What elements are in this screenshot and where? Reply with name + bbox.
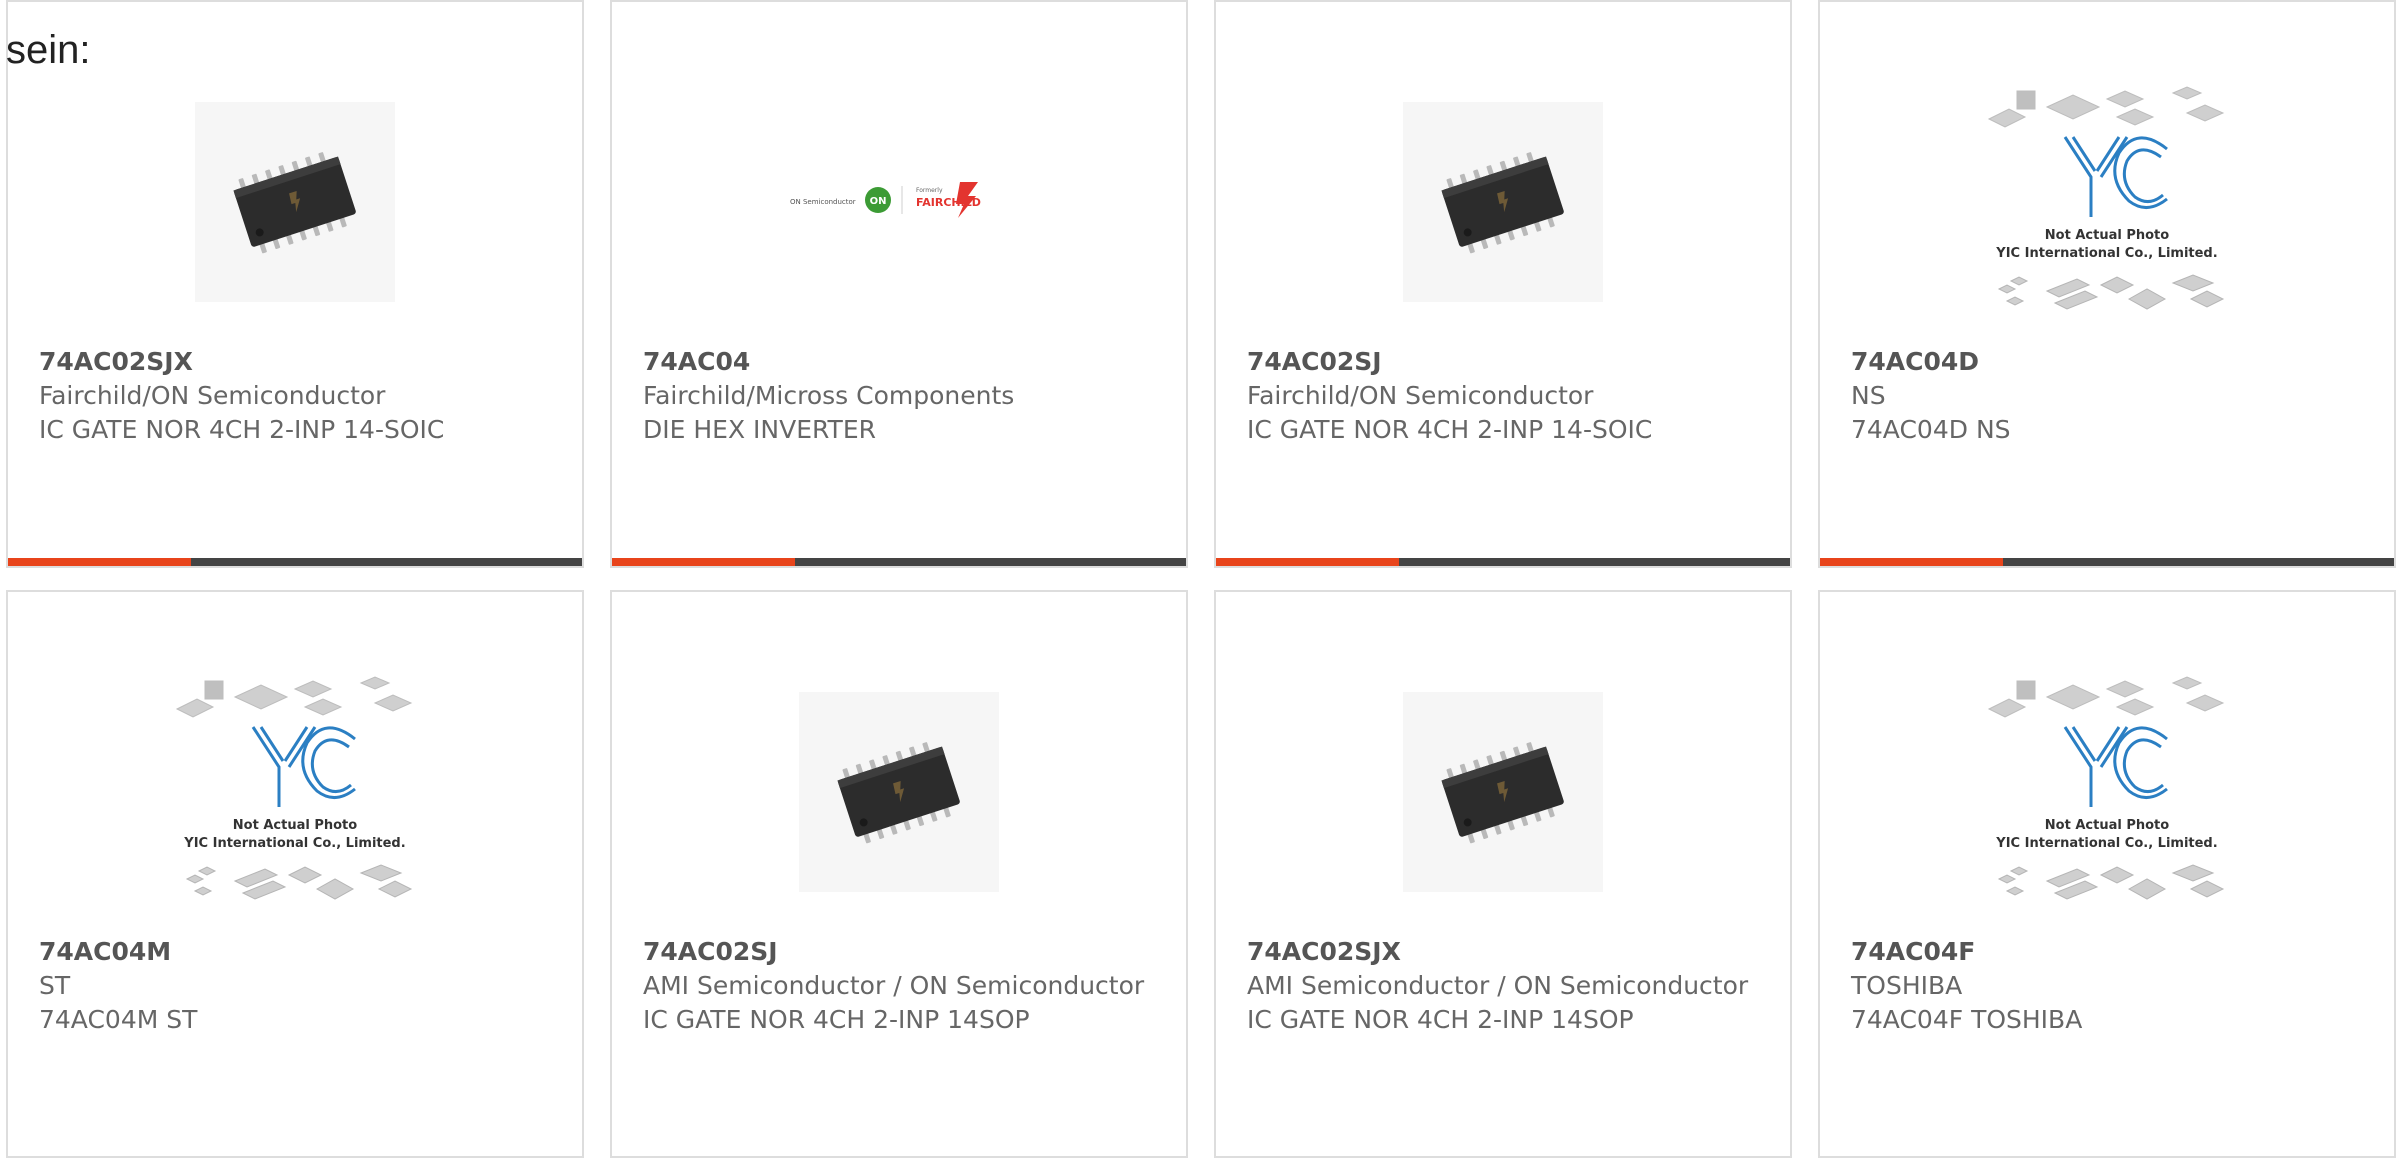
product-image: Not Actual Photo YIC International Co., … (1820, 652, 2394, 932)
description: IC GATE NOR 4CH 2-INP 14SOP (1247, 1005, 1634, 1034)
product-card[interactable]: 74AC02SJ Fairchild/ON Semiconductor IC G… (1214, 0, 1792, 568)
product-image (612, 652, 1186, 932)
manufacturer: ST (39, 971, 71, 1000)
svg-text:YIC International Co., Limited: YIC International Co., Limited. (1995, 246, 2217, 261)
card-accent (612, 558, 795, 566)
chip-photo-image (799, 692, 999, 892)
product-card[interactable]: Not Actual Photo YIC International Co., … (1818, 590, 2396, 1158)
part-number[interactable]: 74AC02SJ (1247, 345, 1770, 379)
chip-photo-image (1403, 102, 1603, 302)
card-accent (1216, 558, 1399, 566)
part-number[interactable]: 74AC04M (39, 935, 562, 969)
manufacturer: TOSHIBA (1851, 971, 1963, 1000)
description: DIE HEX INVERTER (643, 415, 876, 444)
page-heading: sein: (6, 28, 91, 72)
product-card[interactable]: Not Actual Photo YIC International Co., … (1818, 0, 2396, 568)
card-footer-bar (612, 558, 1186, 566)
card-footer-bar (1820, 558, 2394, 566)
product-image: ON Semiconductor ON Formerly FAIRCHILD (612, 62, 1186, 342)
part-number[interactable]: 74AC02SJ (643, 935, 1166, 969)
product-card[interactable]: Not Actual Photo YIC International Co., … (6, 590, 584, 1158)
product-card[interactable]: 74AC02SJ AMI Semiconductor / ON Semicond… (610, 590, 1188, 1158)
manufacturer: NS (1851, 381, 1886, 410)
part-number[interactable]: 74AC02SJX (1247, 935, 1770, 969)
description: 74AC04F TOSHIBA (1851, 1005, 2083, 1034)
svg-text:Not Actual Photo: Not Actual Photo (2045, 818, 2169, 833)
svg-text:Not Actual Photo: Not Actual Photo (233, 818, 357, 833)
svg-text:ON Semiconductor: ON Semiconductor (790, 198, 856, 206)
description: IC GATE NOR 4CH 2-INP 14SOP (643, 1005, 1030, 1034)
svg-text:ON: ON (870, 196, 887, 207)
part-number[interactable]: 74AC04D (1851, 345, 2374, 379)
product-card[interactable]: 74AC02SJX Fairchild/ON Semiconductor IC … (6, 0, 584, 568)
manufacturer: AMI Semiconductor / ON Semiconductor (1247, 971, 1749, 1000)
yic-placeholder-image: Not Actual Photo YIC International Co., … (1977, 77, 2237, 327)
brand-logo-image: ON Semiconductor ON Formerly FAIRCHILD (784, 180, 1014, 224)
yic-placeholder-image: Not Actual Photo YIC International Co., … (165, 667, 425, 917)
svg-text:Not Actual Photo: Not Actual Photo (2045, 228, 2169, 243)
product-image (1216, 652, 1790, 932)
svg-text:YIC International Co., Limited: YIC International Co., Limited. (1995, 836, 2217, 851)
part-number[interactable]: 74AC04 (643, 345, 1166, 379)
product-image: Not Actual Photo YIC International Co., … (8, 652, 582, 932)
manufacturer: Fairchild/ON Semiconductor (1247, 381, 1594, 410)
card-accent (1820, 558, 2003, 566)
chip-photo-image (195, 102, 395, 302)
description: 74AC04D NS (1851, 415, 2011, 444)
product-image (8, 62, 582, 342)
product-card[interactable]: 74AC02SJX AMI Semiconductor / ON Semicon… (1214, 590, 1792, 1158)
card-footer-bar (8, 558, 582, 566)
description: IC GATE NOR 4CH 2-INP 14-SOIC (1247, 415, 1653, 444)
part-number[interactable]: 74AC04F (1851, 935, 2374, 969)
product-grid: 74AC02SJX Fairchild/ON Semiconductor IC … (0, 0, 2400, 1158)
manufacturer: AMI Semiconductor / ON Semiconductor (643, 971, 1145, 1000)
description: IC GATE NOR 4CH 2-INP 14-SOIC (39, 415, 445, 444)
part-number[interactable]: 74AC02SJX (39, 345, 562, 379)
manufacturer: Fairchild/Micross Components (643, 381, 1015, 410)
description: 74AC04M ST (39, 1005, 198, 1034)
product-image (1216, 62, 1790, 342)
card-footer-bar (1216, 558, 1790, 566)
yic-placeholder-image: Not Actual Photo YIC International Co., … (1977, 667, 2237, 917)
card-accent (8, 558, 191, 566)
svg-text:Formerly: Formerly (916, 187, 943, 194)
svg-text:YIC International Co., Limited: YIC International Co., Limited. (183, 836, 405, 851)
product-card[interactable]: ON Semiconductor ON Formerly FAIRCHILD 7… (610, 0, 1188, 568)
product-image: Not Actual Photo YIC International Co., … (1820, 62, 2394, 342)
manufacturer: Fairchild/ON Semiconductor (39, 381, 386, 410)
chip-photo-image (1403, 692, 1603, 892)
